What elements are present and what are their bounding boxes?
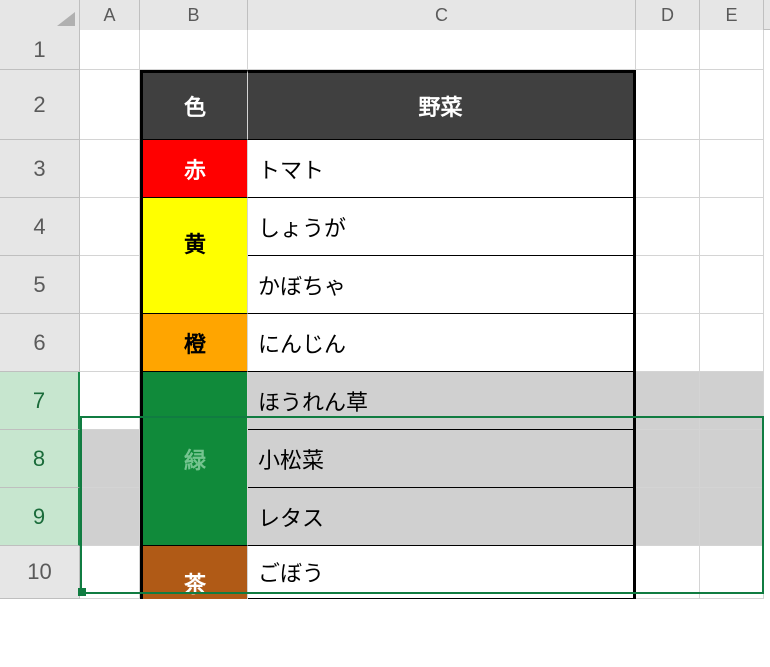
col-header-E[interactable]: E: [700, 0, 764, 30]
cell-D7[interactable]: [636, 372, 700, 430]
row-4: 4 しょうが: [0, 198, 770, 256]
cell-A10[interactable]: [80, 546, 140, 599]
cell-A9[interactable]: [80, 488, 140, 546]
row-8: 8 緑 小松菜: [0, 430, 770, 488]
row-header-8[interactable]: 8: [0, 430, 80, 488]
cell-D8[interactable]: [636, 430, 700, 488]
cell-A5[interactable]: [80, 256, 140, 314]
cell-A1[interactable]: [80, 30, 140, 70]
color-cell-green-mid[interactable]: 緑: [140, 430, 248, 488]
color-cell-orange[interactable]: 橙: [140, 314, 248, 372]
cell-D6[interactable]: [636, 314, 700, 372]
cell-D5[interactable]: [636, 256, 700, 314]
row-header-9[interactable]: 9: [0, 488, 80, 546]
cell-B1[interactable]: [140, 30, 248, 70]
veg-cell-r3[interactable]: トマト: [248, 140, 636, 198]
cell-D9[interactable]: [636, 488, 700, 546]
row-header-6[interactable]: 6: [0, 314, 80, 372]
veg-cell-r9[interactable]: レタス: [248, 488, 636, 546]
column-header-row: A B C D E: [0, 0, 770, 30]
cell-E7[interactable]: [700, 372, 764, 430]
cell-E1[interactable]: [700, 30, 764, 70]
cell-D2[interactable]: [636, 70, 700, 140]
cell-A3[interactable]: [80, 140, 140, 198]
select-all-corner[interactable]: [0, 0, 80, 30]
col-header-A[interactable]: A: [80, 0, 140, 30]
spreadsheet[interactable]: A B C D E 1 2 色 野菜 3 赤 トマト: [0, 0, 770, 667]
cell-A8[interactable]: [80, 430, 140, 488]
cell-A4[interactable]: [80, 198, 140, 256]
col-header-B[interactable]: B: [140, 0, 248, 30]
row-9: 9 レタス: [0, 488, 770, 546]
veg-cell-r5[interactable]: かぼちゃ: [248, 256, 636, 314]
cell-E9[interactable]: [700, 488, 764, 546]
cell-E8[interactable]: [700, 430, 764, 488]
table-header-vegetable[interactable]: 野菜: [248, 70, 636, 140]
row-header-3[interactable]: 3: [0, 140, 80, 198]
row-6: 6 橙 にんじん: [0, 314, 770, 372]
cell-E5[interactable]: [700, 256, 764, 314]
cell-E3[interactable]: [700, 140, 764, 198]
cell-D10[interactable]: [636, 546, 700, 599]
row-header-5[interactable]: 5: [0, 256, 80, 314]
row-1: 1: [0, 30, 770, 70]
color-cell-red[interactable]: 赤: [140, 140, 248, 198]
cell-C1[interactable]: [248, 30, 636, 70]
row-5: 5 黄 かぼちゃ: [0, 256, 770, 314]
cell-D1[interactable]: [636, 30, 700, 70]
cell-A7[interactable]: [80, 372, 140, 430]
veg-cell-r10[interactable]: ごぼう: [248, 546, 636, 599]
cell-E2[interactable]: [700, 70, 764, 140]
veg-cell-r6[interactable]: にんじん: [248, 314, 636, 372]
cell-D3[interactable]: [636, 140, 700, 198]
row-header-2[interactable]: 2: [0, 70, 80, 140]
cell-E4[interactable]: [700, 198, 764, 256]
cell-A6[interactable]: [80, 314, 140, 372]
cell-E10[interactable]: [700, 546, 764, 599]
row-header-7[interactable]: 7: [0, 372, 80, 430]
table-header-color[interactable]: 色: [140, 70, 248, 140]
col-header-D[interactable]: D: [636, 0, 700, 30]
row-header-4[interactable]: 4: [0, 198, 80, 256]
grid-body: 1 2 色 野菜 3 赤 トマト 4: [0, 30, 770, 599]
row-3: 3 赤 トマト: [0, 140, 770, 198]
row-header-10[interactable]: 10: [0, 546, 80, 599]
row-header-1[interactable]: 1: [0, 30, 80, 70]
cell-D4[interactable]: [636, 198, 700, 256]
cell-E6[interactable]: [700, 314, 764, 372]
col-header-C[interactable]: C: [248, 0, 636, 30]
row-2: 2 色 野菜: [0, 70, 770, 140]
row-10: 10 茶 ごぼう: [0, 546, 770, 599]
color-cell-green-bot[interactable]: [140, 488, 248, 546]
veg-cell-r4[interactable]: しょうが: [248, 198, 636, 256]
color-cell-green-top[interactable]: [140, 372, 248, 430]
color-cell-yellow-merged[interactable]: 黄: [140, 227, 248, 314]
veg-cell-r8[interactable]: 小松菜: [248, 430, 636, 488]
color-cell-brown[interactable]: 茶: [140, 546, 248, 599]
cell-A2[interactable]: [80, 70, 140, 140]
row-7: 7 ほうれん草: [0, 372, 770, 430]
veg-cell-r7[interactable]: ほうれん草: [248, 372, 636, 430]
